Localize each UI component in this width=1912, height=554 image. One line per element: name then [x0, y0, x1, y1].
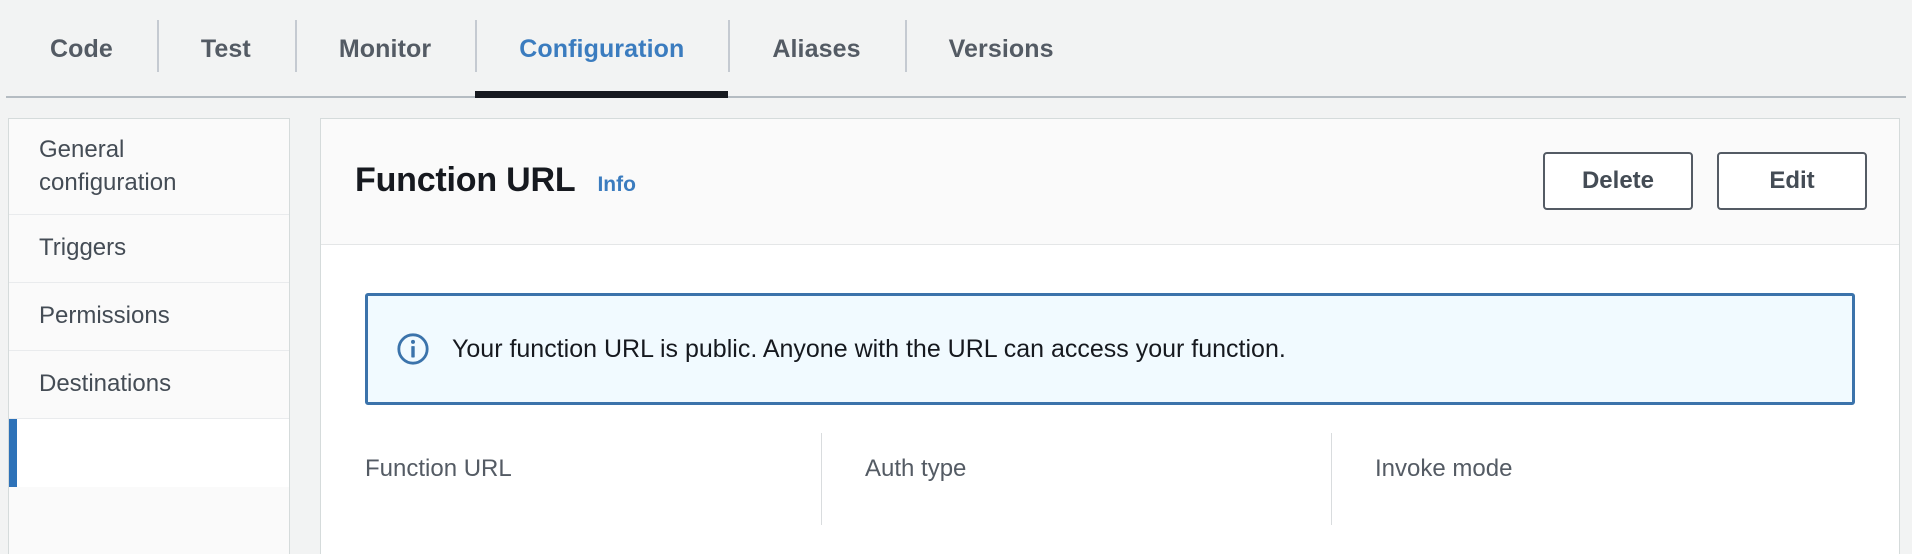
function-tab-bar: Code Test Monitor Configuration Aliases … — [0, 0, 1912, 98]
tab-aliases[interactable]: Aliases — [728, 0, 904, 98]
configuration-content: General configuration Triggers Permissio… — [0, 98, 1912, 554]
function-url-card-header: Function URL Info Delete Edit — [321, 119, 1899, 245]
function-url-card: Function URL Info Delete Edit Your funct… — [320, 118, 1900, 554]
tab-label: Code — [50, 34, 113, 63]
tab-versions[interactable]: Versions — [904, 0, 1098, 98]
info-link[interactable]: Info — [597, 173, 635, 197]
detail-label: Auth type — [865, 455, 967, 482]
detail-function-url: Function URL — [365, 455, 821, 483]
detail-label: Invoke mode — [1375, 455, 1513, 482]
page-title: Function URL — [355, 161, 576, 199]
sidebar-item-label: General configuration — [39, 135, 177, 196]
sidebar-item-destinations[interactable]: Destinations — [9, 351, 289, 419]
sidebar-item-general-configuration[interactable]: General configuration — [9, 119, 289, 215]
configuration-sidebar: General configuration Triggers Permissio… — [8, 118, 290, 554]
card-actions: Delete Edit — [1543, 151, 1867, 210]
tab-code[interactable]: Code — [6, 0, 157, 98]
info-circle-icon — [397, 333, 429, 365]
tab-label: Configuration — [519, 34, 685, 63]
tab-label: Versions — [948, 34, 1054, 63]
public-url-alert: Your function URL is public. Anyone with… — [365, 293, 1855, 405]
tab-monitor[interactable]: Monitor — [294, 0, 475, 98]
sidebar-item-label: Destinations — [39, 370, 172, 398]
sidebar-item-label: Triggers — [39, 234, 127, 262]
detail-auth-type: Auth type — [821, 433, 1331, 525]
alert-message: Your function URL is public. Anyone with… — [452, 334, 1286, 363]
delete-button[interactable]: Delete — [1543, 151, 1693, 210]
edit-button[interactable]: Edit — [1717, 151, 1867, 210]
tab-test[interactable]: Test — [156, 0, 295, 98]
function-url-details: Function URL Auth type Invoke mode — [365, 433, 1855, 525]
sidebar-item-selected[interactable] — [9, 419, 289, 487]
tab-label: Aliases — [772, 34, 861, 63]
sidebar-item-label: Permissions — [39, 302, 170, 330]
detail-invoke-mode: Invoke mode — [1331, 433, 1855, 525]
detail-label: Function URL — [365, 455, 512, 482]
tab-label: Test — [200, 34, 251, 63]
sidebar-item-permissions[interactable]: Permissions — [9, 283, 289, 351]
function-url-card-body: Your function URL is public. Anyone with… — [321, 245, 1899, 525]
card-title-group: Function URL Info — [355, 161, 636, 200]
sidebar-item-triggers[interactable]: Triggers — [9, 215, 289, 283]
tab-label: Monitor — [338, 34, 432, 63]
tab-configuration[interactable]: Configuration — [475, 0, 729, 98]
